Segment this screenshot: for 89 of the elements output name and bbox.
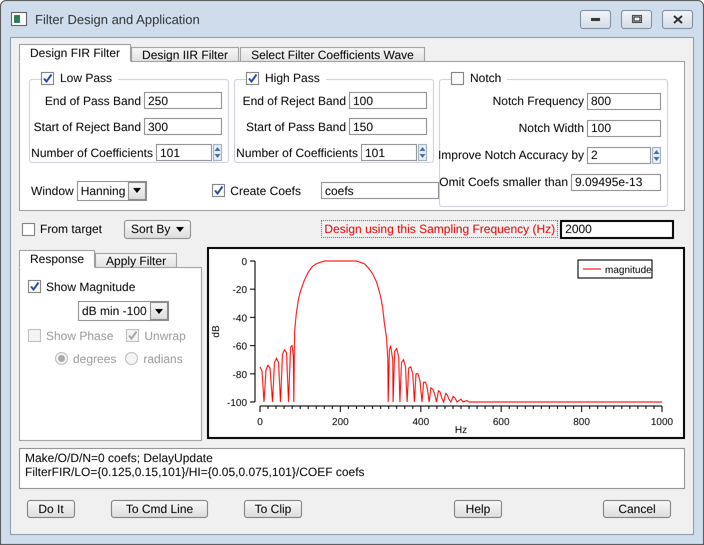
dropdown-value: dB min -100	[82, 304, 147, 318]
field-label: Start of Reject Band	[34, 120, 141, 134]
tab[interactable]: Apply Filter	[95, 253, 178, 268]
x-tick-label: 200	[332, 417, 349, 428]
input-field[interactable]: coefs	[321, 182, 439, 199]
radio-label: degrees	[73, 352, 116, 366]
caret-icon	[176, 226, 184, 232]
checkbox-label: Unwrap	[144, 328, 186, 342]
checkbox-label: Show Magnitude	[46, 280, 136, 294]
spinner-arrows-icon[interactable]	[418, 144, 427, 161]
input-field[interactable]: 800	[587, 92, 661, 110]
y-tick-label: -20	[232, 285, 247, 296]
db-min-dropdown[interactable]: dB min -100	[78, 301, 169, 321]
input-field[interactable]: 250	[144, 92, 222, 109]
minimize-icon	[591, 18, 600, 20]
x-tick-label: 400	[412, 417, 430, 428]
x-tick-label: 600	[492, 417, 510, 428]
sampling-frequency-label: Design using this Sampling Frequency (Hz)	[321, 220, 558, 238]
number-field[interactable]: 101	[361, 144, 417, 161]
tab[interactable]: Select Filter Coefficients Wave	[240, 47, 425, 62]
number-field[interactable]: 2	[587, 146, 651, 164]
sort-by-button[interactable]: Sort By	[124, 220, 192, 238]
minimize-button[interactable]	[580, 10, 611, 28]
dropdown-value: Hanning	[80, 184, 126, 198]
input-field[interactable]: 2000	[560, 220, 674, 238]
input-field[interactable]: 9.09495e-13	[571, 174, 661, 190]
close-icon	[672, 14, 682, 24]
tab[interactable]: Design FIR Filter	[19, 44, 132, 62]
app-icon	[11, 12, 27, 26]
field-label: Window	[31, 184, 74, 198]
dropdown-button[interactable]	[150, 302, 168, 320]
y-tick-label: -40	[232, 313, 247, 324]
field-label: Notch Width	[518, 121, 584, 135]
x-tick-label: 1000	[650, 417, 674, 428]
dialog-button[interactable]: Cancel	[603, 500, 671, 518]
field-label: Improve Notch Accuracy by	[438, 148, 584, 162]
command-line: FilterFIR/LO={0.125,0.15,101}/HI={0.05,0.075,101}/COEF coefs	[25, 465, 366, 479]
input-field[interactable]: 100	[349, 92, 427, 109]
checkbox-label: Create Coefs	[230, 184, 301, 198]
checkbox-label: Low Pass	[60, 71, 112, 85]
field-label: Notch Frequency	[492, 94, 584, 108]
input-field[interactable]: 300	[144, 118, 222, 135]
field-label: End of Pass Band	[44, 94, 141, 108]
y-tick-label: -100	[226, 398, 247, 409]
checkbox-label: High Pass	[265, 71, 320, 85]
tab[interactable]: Design IIR Filter	[131, 47, 240, 62]
field-label: Omit Coefs smaller than	[439, 175, 568, 189]
dialog-button[interactable]: To Clip	[244, 500, 302, 518]
field-label: End of Reject Band	[242, 94, 346, 108]
maximize-button[interactable]	[621, 10, 652, 28]
checkbox[interactable]	[212, 184, 226, 197]
legend-label: magnitude	[605, 265, 652, 276]
dialog-button[interactable]: Help	[454, 500, 502, 518]
checkbox[interactable]	[41, 72, 54, 84]
command-text-area[interactable]: Make/O/D/N=0 coefs; DelayUpdate FilterFIR/LO={0.125,0.15,101}/HI={0.05,0.075,101}/COEF coefs	[19, 448, 685, 489]
checkbox[interactable]	[28, 280, 41, 293]
window-title: Filter Design and Application	[35, 12, 201, 26]
maximize-icon	[632, 15, 642, 23]
input-field[interactable]: 100	[587, 120, 661, 136]
command-line: Make/O/D/N=0 coefs; DelayUpdate	[25, 451, 214, 465]
x-tick-label: 800	[573, 417, 590, 428]
dialog-button[interactable]: Do It	[27, 500, 75, 518]
dialog-button[interactable]: To Cmd Line	[111, 500, 208, 518]
y-axis-title: dB	[211, 325, 222, 338]
tab[interactable]: Response	[19, 250, 96, 268]
dropdown-button[interactable]	[128, 182, 146, 200]
checkbox-label: From target	[40, 222, 102, 236]
spinner-arrows-icon[interactable]	[213, 144, 222, 161]
y-tick-label: -80	[232, 370, 247, 381]
y-tick-label: 0	[241, 257, 247, 268]
close-button[interactable]	[662, 10, 693, 28]
radio-label: radians	[143, 352, 183, 366]
checkbox-label: Show Phase	[46, 328, 114, 342]
caret-icon	[154, 308, 163, 314]
field-label: Start of Pass Band	[246, 120, 346, 134]
checkbox[interactable]	[451, 72, 464, 84]
window-dropdown[interactable]: Hanning	[76, 180, 148, 200]
x-axis-title: Hz	[454, 425, 468, 436]
input-field[interactable]: 150	[349, 118, 427, 135]
y-tick-label: -60	[232, 342, 247, 353]
caret-icon	[133, 188, 142, 193]
number-field[interactable]: 101	[156, 144, 212, 161]
x-tick-label: 0	[257, 417, 263, 428]
spinner-arrows-icon[interactable]	[652, 146, 661, 164]
checkbox-label: Notch	[470, 71, 502, 85]
checkbox[interactable]	[246, 72, 259, 84]
field-label: Number of Coefficients	[236, 146, 358, 160]
checkbox[interactable]	[22, 222, 35, 236]
field-label: Number of Coefficients	[31, 146, 153, 160]
